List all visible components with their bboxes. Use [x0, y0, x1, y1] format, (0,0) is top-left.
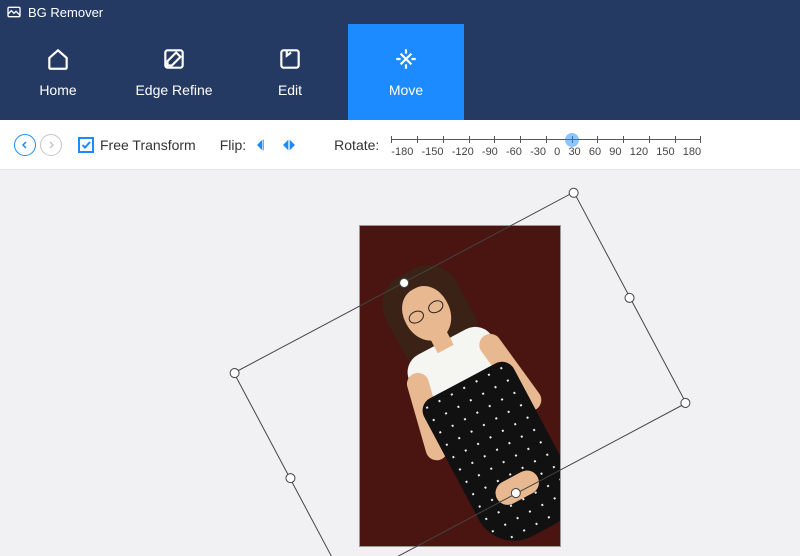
edge-refine-icon: [161, 46, 187, 72]
image-frame[interactable]: [360, 226, 560, 546]
rotate-group: Rotate: -180-150-120-90-60-3003060901201…: [334, 130, 701, 160]
handle-top-left[interactable]: [228, 366, 242, 380]
handle-top-right[interactable]: [567, 186, 581, 200]
nav-edge-refine[interactable]: Edge Refine: [116, 24, 232, 120]
edit-icon: [277, 46, 303, 72]
undo-redo-group: [14, 134, 62, 156]
flip-label: Flip:: [220, 137, 246, 153]
nav-label: Edge Refine: [135, 82, 212, 98]
subject-image: [360, 226, 560, 546]
free-transform-checkbox[interactable]: Free Transform: [78, 137, 196, 153]
redo-button[interactable]: [40, 134, 62, 156]
titlebar: BG Remover: [0, 0, 800, 24]
nav-home[interactable]: Home: [0, 24, 116, 120]
handle-right-center[interactable]: [623, 291, 637, 305]
nav-move[interactable]: Move: [348, 24, 464, 120]
undo-button[interactable]: [14, 134, 36, 156]
free-transform-label: Free Transform: [100, 137, 196, 153]
nav-label: Edit: [278, 82, 302, 98]
home-icon: [45, 46, 71, 72]
nav-label: Move: [389, 82, 423, 98]
app-title: BG Remover: [28, 5, 103, 20]
canvas-area[interactable]: [0, 170, 800, 556]
nav-edit[interactable]: Edit: [232, 24, 348, 120]
app-logo-icon: [6, 4, 22, 20]
move-icon: [393, 46, 419, 72]
checkbox-icon: [78, 137, 94, 153]
rotate-label: Rotate:: [334, 137, 379, 153]
main-nav: Home Edge Refine Edit Move: [0, 24, 800, 120]
slider-labels: -180-150-120-90-60-300306090120150180: [391, 146, 701, 158]
nav-label: Home: [39, 82, 76, 98]
slider-ticks: [391, 136, 701, 143]
flip-horizontal-button[interactable]: [254, 137, 272, 153]
rotate-slider[interactable]: -180-150-120-90-60-300306090120150180: [391, 130, 701, 160]
slider-thumb[interactable]: [565, 133, 579, 147]
flip-vertical-button[interactable]: [280, 137, 298, 153]
handle-bottom-right[interactable]: [679, 396, 693, 410]
move-toolbar: Free Transform Flip: Rotate: -180-150-12…: [0, 120, 800, 170]
handle-left-center[interactable]: [284, 471, 298, 485]
flip-group: Flip:: [220, 137, 298, 153]
